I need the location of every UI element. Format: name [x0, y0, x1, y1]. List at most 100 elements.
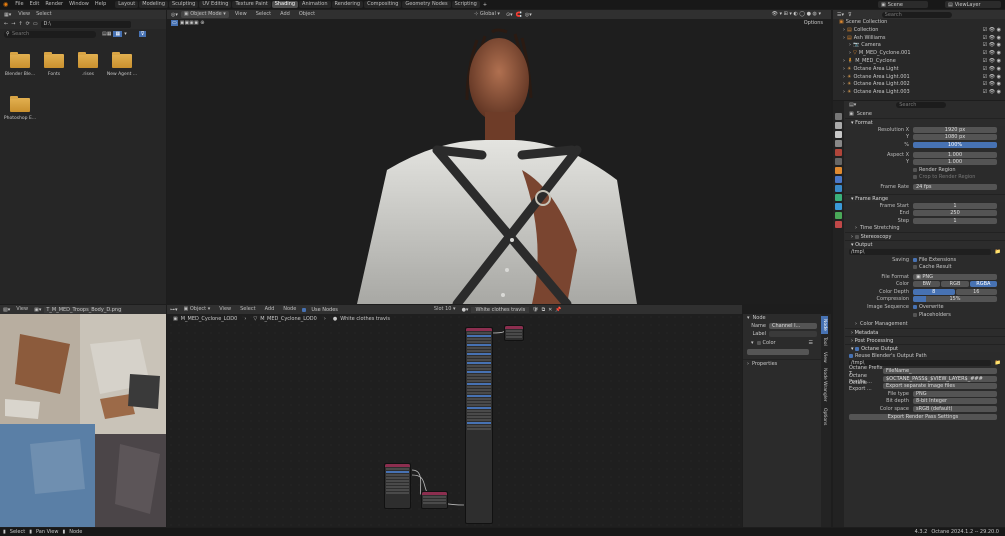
orientation-selector[interactable]: ⊹ Global ▾ [471, 11, 503, 18]
material-tab-icon[interactable] [835, 221, 842, 228]
outliner-item[interactable]: › ▽ M_MED_Cyclone.001 ☑ 👁 ◉ [833, 50, 1005, 58]
visibility-icon[interactable]: ☑ 👁 ◉ [983, 27, 1001, 35]
octane-postfix-field[interactable]: $OCTANE_PASS$_$VIEW_LAYER$_### [883, 375, 997, 382]
reuse-path-checkbox[interactable] [849, 353, 853, 358]
workspace-tab-compositing[interactable]: Compositing [364, 1, 402, 8]
sidebar-tab-options[interactable]: Options [821, 405, 828, 428]
frame-start-field[interactable]: 1 [913, 202, 997, 209]
workspace-tab-animation[interactable]: Animation [299, 1, 331, 8]
node-material-output[interactable] [504, 325, 524, 341]
depth-8-button[interactable]: 8 [913, 288, 955, 295]
filter-icon[interactable]: ⊽ [138, 31, 147, 37]
physics-tab-icon[interactable] [835, 194, 842, 201]
octane-export-dropdown[interactable]: Export separate image files [883, 383, 997, 390]
select-mode-icons[interactable]: ▣▣▣▣ ⊕ [180, 20, 205, 26]
visibility-icon[interactable]: ☑ 👁 ◉ [983, 42, 1001, 50]
workspace-tab-sculpting[interactable]: Sculpting [169, 1, 199, 8]
image-editor-type-icon[interactable]: ▧▾ [3, 307, 10, 313]
menu-window[interactable]: Window [66, 1, 92, 8]
forward-icon[interactable]: → [11, 21, 15, 27]
node-color-swatch[interactable] [747, 349, 809, 355]
output-panel-header[interactable]: ▾ Output [845, 240, 1005, 249]
expand-icon[interactable]: › [849, 42, 851, 50]
octane-output-checkbox[interactable] [855, 346, 860, 351]
menu-select[interactable]: Select [33, 11, 54, 18]
outliner-item[interactable]: › ☀ Octane Area Light.001 ☑ 👁 ◉ [833, 74, 1005, 82]
image-editor[interactable]: ▧▾ View ▣▾ T_M_MED_Troops_Body_D.png [0, 305, 166, 527]
post-processing-panel-header[interactable]: › Post Processing [845, 336, 1005, 345]
format-panel-header[interactable]: ▾ Format [845, 118, 1005, 126]
visibility-icon[interactable]: ☑ 👁 ◉ [983, 74, 1001, 82]
placeholders-checkbox[interactable] [913, 312, 917, 317]
view-layer-selector[interactable]: ▤ ViewLayer [945, 1, 1001, 8]
menu-view[interactable]: View [15, 11, 33, 18]
filter-icon[interactable]: ⊽ [848, 12, 852, 18]
expand-icon[interactable]: › [843, 89, 845, 97]
workspace-tab-rendering[interactable]: Rendering [331, 1, 364, 8]
menu-select[interactable]: Select [253, 11, 274, 18]
workspace-tab-scripting[interactable]: Scripting [451, 1, 480, 8]
file-format-dropdown[interactable]: ▣ PNG [913, 273, 997, 280]
sidebar-tab-tool[interactable]: Tool [821, 334, 828, 349]
select-box-icon[interactable]: ▭ [171, 20, 178, 26]
display-mode-icon[interactable]: ▤▦ [102, 31, 111, 37]
metadata-panel-header[interactable]: › Metadata [845, 328, 1005, 337]
expand-icon[interactable]: › [843, 27, 845, 35]
shading-icons[interactable]: 👁 ▾ ⊞ ▾ ◐ ◯ ● ◍ ▾ [772, 11, 821, 17]
image-name-field[interactable]: T_M_MED_Troops_Body_D.png [44, 306, 123, 313]
expand-icon[interactable]: › [849, 50, 851, 58]
workspace-tab-modeling[interactable]: Modeling [139, 1, 168, 8]
aspect-x-field[interactable]: 1.000 [913, 151, 997, 158]
expand-icon[interactable]: › [843, 35, 845, 43]
pivot-icon[interactable]: ⊙▾ [506, 12, 513, 18]
sidebar-tab-node[interactable]: Node [821, 316, 828, 334]
workspace-tab-shading[interactable]: Shading [271, 1, 299, 8]
outliner-search-input[interactable]: Search [881, 11, 952, 18]
snap-icon[interactable]: 🧲 [516, 12, 522, 18]
color-rgb-button[interactable]: RGB [941, 281, 969, 288]
outliner-item[interactable]: › ☀ Octane Area Light ☑ 👁 ◉ [833, 66, 1005, 74]
overwrite-checkbox[interactable] [913, 305, 917, 310]
menu-add[interactable]: Add [277, 11, 293, 18]
view-layer-tab-icon[interactable] [835, 140, 842, 147]
folder-item[interactable]: Fonts [37, 52, 71, 77]
scene-selector[interactable]: ▣ Scene [878, 1, 928, 8]
visibility-icon[interactable]: ☑ 👁 ◉ [983, 50, 1001, 58]
output-tab-icon[interactable] [835, 131, 842, 138]
file-extensions-checkbox[interactable] [913, 257, 917, 262]
aspect-y-field[interactable]: 1.000 [913, 159, 997, 166]
modifier-tab-icon[interactable] [835, 176, 842, 183]
resolution-x-field[interactable]: 1920 px [913, 126, 997, 133]
folder-icon[interactable]: 📁 [995, 360, 1001, 366]
depth-16-button[interactable]: 16 [955, 288, 997, 295]
options-button[interactable]: Options [804, 20, 823, 26]
path-field[interactable]: D:\ [40, 20, 131, 28]
cache-result-checkbox[interactable] [913, 265, 917, 270]
color-space-dropdown[interactable]: sRGB (default) [913, 406, 997, 413]
output-path-field[interactable]: /tmp\ [849, 248, 991, 255]
constraints-tab-icon[interactable] [835, 203, 842, 210]
visibility-icon[interactable]: ☑ 👁 ◉ [983, 81, 1001, 89]
node-label-field[interactable] [769, 331, 817, 337]
proportional-icon[interactable]: ◎▾ [525, 12, 532, 18]
visibility-icon[interactable]: ☑ 👁 ◉ [983, 35, 1001, 43]
node-section-header[interactable]: ▾ Node [743, 314, 821, 322]
node-name-field[interactable]: Channel I... [769, 323, 817, 329]
node-transform[interactable] [421, 491, 448, 509]
world-tab-icon[interactable] [835, 158, 842, 165]
outliner-item[interactable]: › 🧍 M_MED_Cyclone ☑ 👁 ◉ [833, 58, 1005, 66]
object-tab-icon[interactable] [835, 167, 842, 174]
particles-tab-icon[interactable] [835, 185, 842, 192]
image-browse-icon[interactable]: ▣▾ [34, 307, 41, 313]
folder-item[interactable]: .rises [71, 52, 105, 77]
workspace-tab-layout[interactable]: Layout [115, 1, 139, 8]
outliner-item[interactable]: › ☀ Octane Area Light.002 ☑ 👁 ◉ [833, 81, 1005, 89]
octane-prefix-field[interactable]: FileName_ [883, 368, 997, 375]
menu-render[interactable]: Render [42, 1, 66, 8]
editor-type-icon[interactable]: ▦▾ [4, 12, 11, 18]
scene-tab-icon[interactable] [835, 149, 842, 156]
viewport-3d[interactable]: ◎▾ ▣ Object Mode ▾ View Select Add Objec… [167, 10, 831, 304]
node-channel-inverter[interactable] [465, 327, 493, 524]
folder-icon[interactable]: 📁 [995, 249, 1001, 255]
node-editor[interactable]: ⊶▾ ▣ Object ▾ View Select Add Node Use N… [167, 305, 742, 527]
